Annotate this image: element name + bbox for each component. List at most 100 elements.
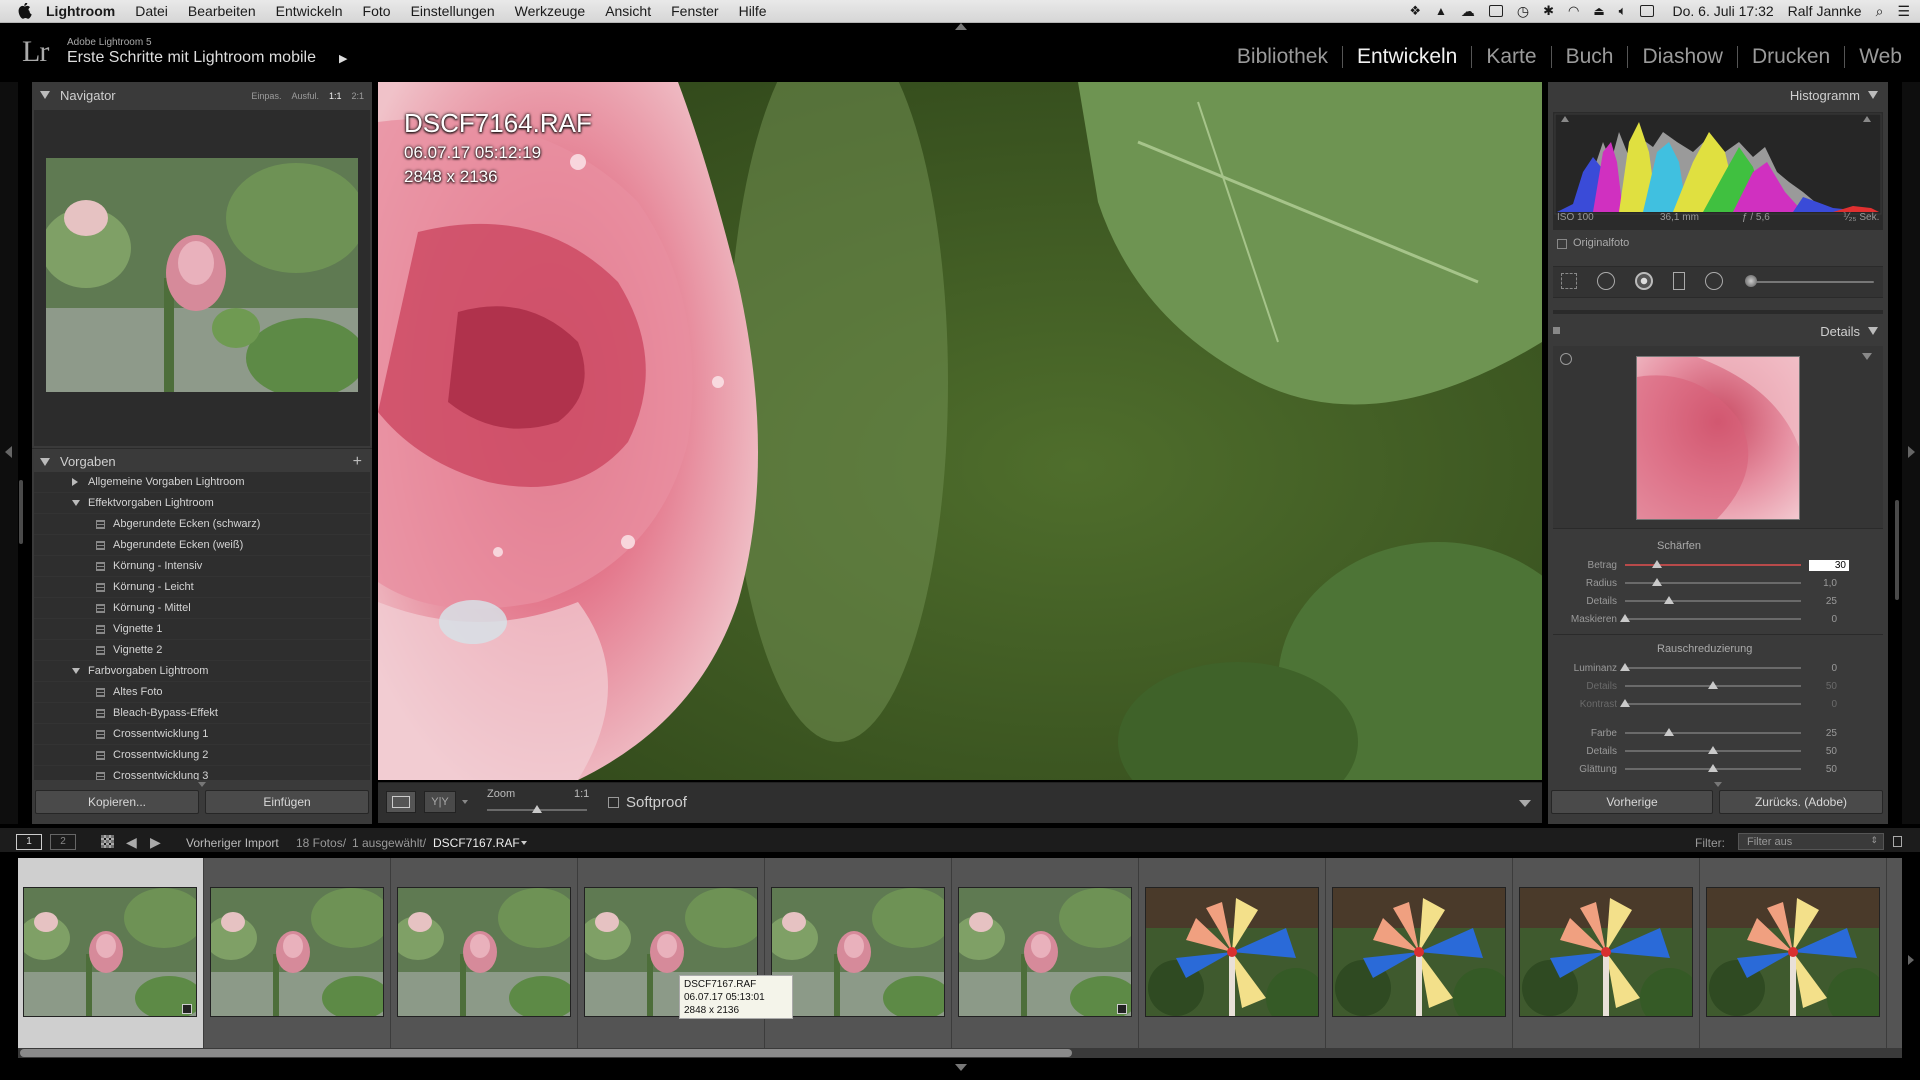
pinwheel-thumbnail-icon[interactable] — [1146, 888, 1318, 1016]
message-icon[interactable] — [1488, 5, 1503, 17]
filmstrip-cell[interactable] — [1140, 858, 1326, 1048]
sharpen-slider-row[interactable]: Maskieren 0 — [1550, 612, 1837, 626]
preset-item[interactable]: Crossentwicklung 3 — [34, 766, 370, 780]
noise-slider-thumb[interactable] — [1708, 681, 1718, 689]
source-label[interactable]: Vorheriger Import — [186, 836, 279, 850]
noise-slider-thumb[interactable] — [1620, 663, 1630, 671]
noise-slider-track[interactable] — [1620, 663, 1801, 671]
wifi-icon[interactable]: ◠ — [1568, 3, 1579, 19]
menu-datei[interactable]: Datei — [135, 3, 168, 19]
module-buch[interactable]: Buch — [1552, 45, 1628, 69]
noise-slider-value[interactable]: 50 — [1809, 681, 1837, 692]
navigator-thumbnail[interactable] — [46, 158, 358, 392]
before-after-dropdown-icon[interactable] — [462, 800, 468, 804]
sharpen-slider-row[interactable]: Radius 1,0 — [1550, 576, 1837, 590]
module-bibliothek[interactable]: Bibliothek — [1223, 45, 1342, 69]
menu-clock[interactable]: Do. 6. Juli 17:32 — [1672, 3, 1773, 19]
filmstrip-cell[interactable] — [392, 858, 578, 1048]
drive-icon[interactable]: ▲ — [1435, 4, 1447, 18]
menu-einstellungen[interactable]: Einstellungen — [411, 3, 495, 19]
eject-icon[interactable]: ⏏ — [1593, 4, 1604, 18]
spot-removal-tool-icon[interactable] — [1597, 272, 1615, 290]
forward-arrow-icon[interactable]: ▶ — [150, 834, 161, 851]
menu-bearbeiten[interactable]: Bearbeiten — [188, 3, 256, 19]
filmstrip-scrollbar-thumb[interactable] — [20, 1049, 1072, 1057]
histogram-panel[interactable] — [1553, 112, 1883, 230]
color-noise-slider-value[interactable]: 50 — [1809, 746, 1837, 757]
bluetooth-icon[interactable]: ✱ — [1543, 3, 1554, 19]
color-noise-slider-row[interactable]: Farbe 25 — [1550, 726, 1837, 740]
collapse-triangle-icon[interactable] — [72, 500, 80, 506]
module-diashow[interactable]: Diashow — [1628, 45, 1737, 69]
original-photo-checkbox[interactable] — [1557, 239, 1567, 249]
zoom-fit[interactable]: Einpas. — [251, 91, 281, 101]
sharpen-slider-track[interactable] — [1620, 614, 1801, 622]
noise-slider-row[interactable]: Details 50 — [1550, 679, 1837, 693]
radial-filter-tool-icon[interactable] — [1705, 272, 1723, 290]
filmstrip-cell[interactable] — [766, 858, 952, 1048]
loupe-view-button[interactable] — [386, 791, 416, 813]
zoom-1-1[interactable]: 1:1 — [329, 91, 342, 101]
color-noise-slider-track[interactable] — [1625, 764, 1801, 772]
zoom-slider[interactable] — [487, 805, 587, 813]
filmstrip-cell[interactable] — [1327, 858, 1513, 1048]
preset-item[interactable]: Bleach-Bypass-Effekt — [34, 703, 370, 724]
color-noise-slider-row[interactable]: Details 50 — [1550, 744, 1837, 758]
color-noise-slider-value[interactable]: 25 — [1809, 728, 1837, 739]
toolbar-options-dropdown-icon[interactable] — [1519, 800, 1531, 807]
preset-item[interactable]: Vignette 1 — [34, 619, 370, 640]
red-eye-tool-icon[interactable] — [1635, 272, 1653, 290]
screen-1-button[interactable]: 1 — [16, 834, 42, 850]
menu-entwickeln[interactable]: Entwickeln — [276, 3, 343, 19]
sharpen-slider-row[interactable]: Betrag 30 — [1550, 558, 1849, 572]
preset-folder[interactable]: Farbvorgaben Lightroom — [34, 661, 370, 682]
details-toggle-icon[interactable] — [1553, 327, 1560, 334]
catalog-name[interactable]: Erste Schritte mit Lightroom mobile — [67, 49, 316, 67]
details-preview-menu-icon[interactable] — [1862, 353, 1872, 360]
details-header[interactable]: Details — [1548, 318, 1888, 344]
histogram-header[interactable]: Histogramm — [1548, 82, 1888, 108]
zoom-2-1[interactable]: 2:1 — [351, 91, 364, 101]
menu-foto[interactable]: Foto — [363, 3, 391, 19]
adjustment-brush-tool-icon[interactable] — [1745, 275, 1757, 287]
apple-icon[interactable] — [18, 3, 32, 19]
sharpen-slider-value[interactable]: 1,0 — [1809, 578, 1837, 589]
collapse-triangle-icon[interactable] — [1868, 327, 1878, 335]
sharpen-slider-track[interactable] — [1625, 578, 1801, 586]
collapse-triangle-icon[interactable] — [40, 91, 50, 99]
current-file-dropdown-icon[interactable] — [521, 841, 527, 845]
expand-triangle-icon[interactable] — [72, 478, 78, 486]
cloud-icon[interactable]: ☁ — [1461, 3, 1475, 20]
rose-thumbnail-icon[interactable] — [772, 888, 944, 1016]
target-adjust-icon[interactable] — [1560, 353, 1572, 365]
left-panel-toggle-icon[interactable] — [5, 446, 12, 458]
menu-hilfe[interactable]: Hilfe — [739, 3, 767, 19]
sharpen-slider-thumb[interactable] — [1620, 614, 1630, 622]
menu-fenster[interactable]: Fenster — [671, 3, 718, 19]
preset-folder[interactable]: Effektvorgaben Lightroom — [34, 493, 370, 514]
noise-slider-thumb[interactable] — [1620, 699, 1630, 707]
filmstrip-scroll-right-icon[interactable] — [1908, 955, 1914, 965]
color-noise-slider-thumb[interactable] — [1708, 746, 1718, 754]
filmstrip-cell[interactable] — [953, 858, 1139, 1048]
color-noise-slider-track[interactable] — [1625, 746, 1801, 754]
rose-thumbnail-icon[interactable] — [211, 888, 383, 1016]
noise-slider-value[interactable]: 0 — [1809, 663, 1837, 674]
preset-item[interactable]: Crossentwicklung 2 — [34, 745, 370, 766]
back-arrow-icon[interactable]: ◀ — [126, 834, 137, 851]
noise-slider-track[interactable] — [1620, 699, 1801, 707]
preset-item[interactable]: Abgerundete Ecken (schwarz) — [34, 514, 370, 535]
preset-item[interactable]: Körnung - Intensiv — [34, 556, 370, 577]
rose-thumbnail-icon[interactable] — [24, 888, 196, 1016]
sharpen-slider-value[interactable]: 0 — [1809, 614, 1837, 625]
collapse-triangle-icon[interactable] — [1868, 91, 1878, 99]
menu-user[interactable]: Ralf Jannke — [1788, 3, 1862, 19]
graduated-filter-tool-icon[interactable] — [1673, 272, 1685, 290]
sharpen-slider-value[interactable]: 25 — [1809, 596, 1837, 607]
noise-slider-track[interactable] — [1625, 681, 1801, 689]
current-file-name[interactable]: DSCF7167.RAF — [433, 836, 520, 850]
catalog-menu-arrow-icon[interactable]: ▶ — [339, 52, 347, 65]
filmstrip-cell[interactable] — [1514, 858, 1700, 1048]
sharpen-slider-thumb[interactable] — [1651, 578, 1662, 586]
grid-view-icon[interactable] — [101, 835, 114, 848]
